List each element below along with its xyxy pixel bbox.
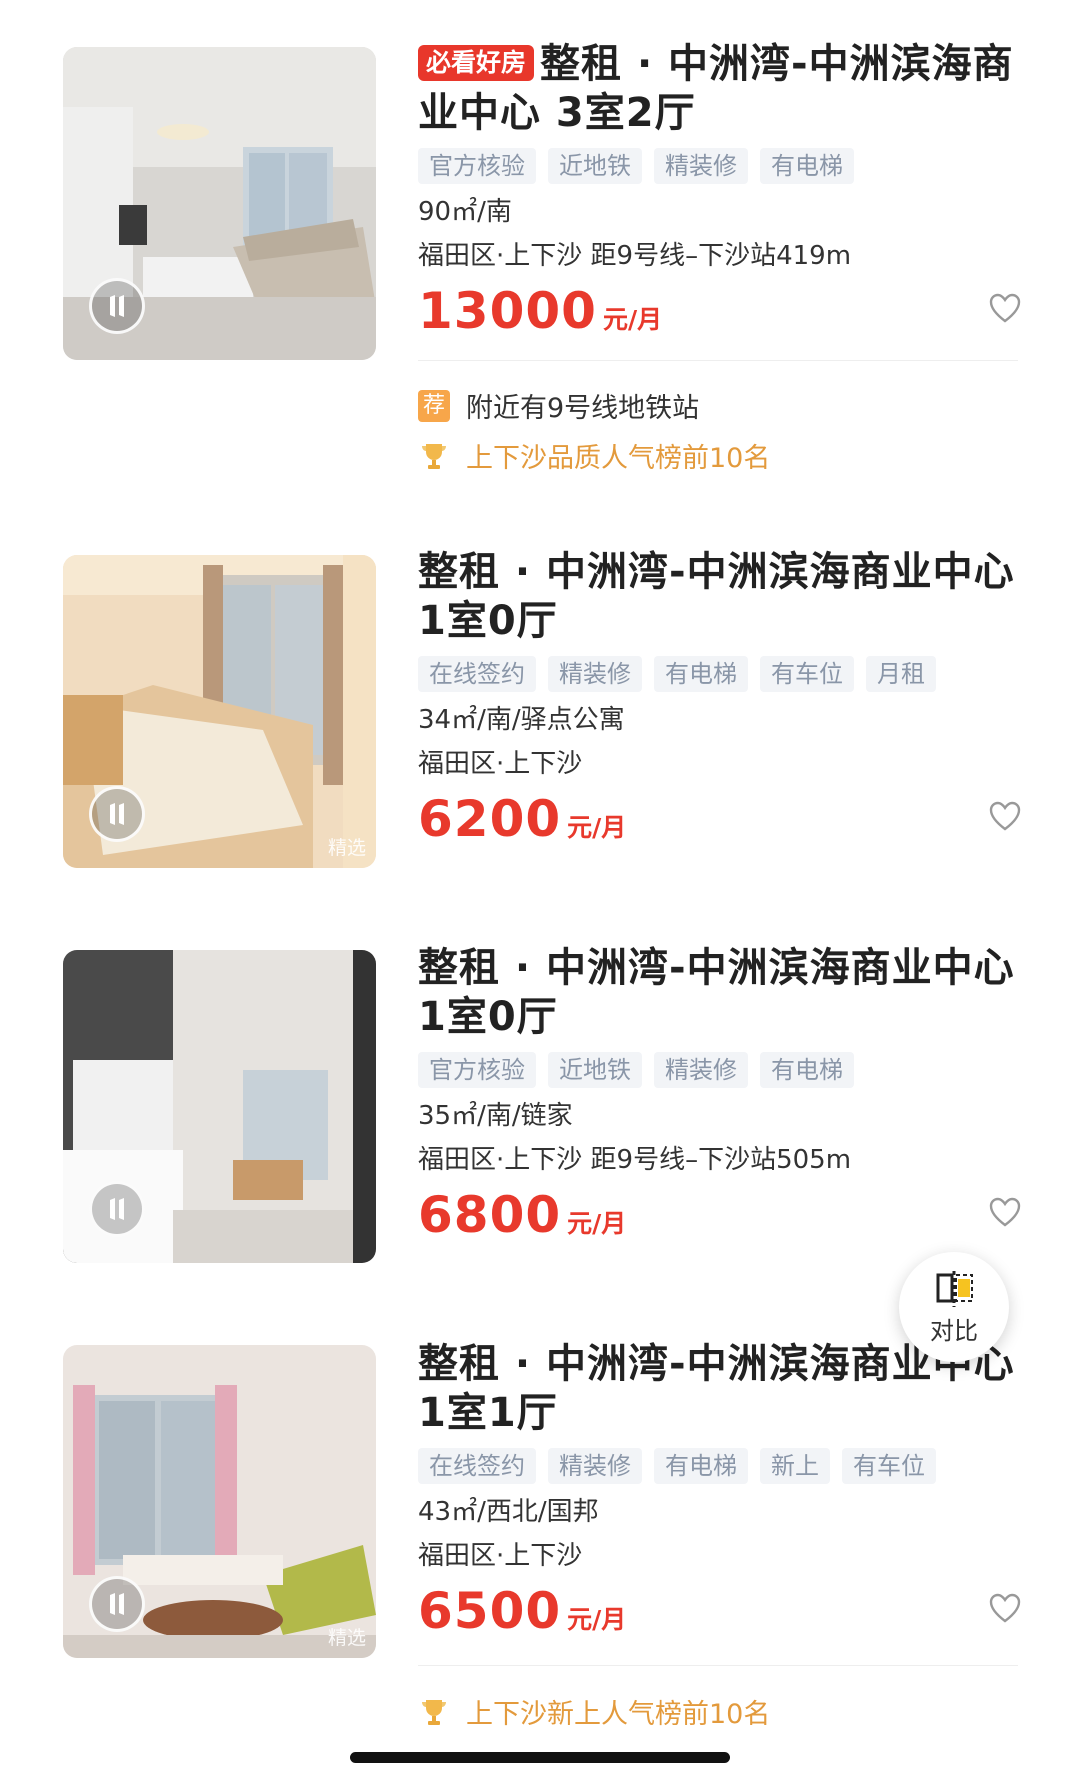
trophy-icon — [422, 1699, 446, 1725]
area-orientation: 34㎡/南/驿点公寓 — [418, 705, 625, 735]
recommend-text: 附近有9号线地铁站 — [466, 393, 700, 424]
tag: 有电梯 — [760, 148, 854, 184]
tag: 有电梯 — [654, 656, 748, 692]
tag: 精装修 — [548, 1448, 642, 1484]
vr-tour-icon[interactable] — [89, 1576, 145, 1632]
rank-row[interactable]: 上下沙品质人气榜前10名 — [418, 436, 770, 475]
heart-icon[interactable] — [988, 800, 1022, 834]
price-unit: 元/月 — [567, 1605, 627, 1634]
recommend-badge: 荐 — [418, 389, 450, 422]
compare-button[interactable]: 对比 — [899, 1252, 1009, 1362]
listing-photo[interactable]: 精选 — [63, 555, 376, 868]
listing-title[interactable]: 必看好房 整租 · 中洲湾-中洲滨海商业中心 3室2厅 — [418, 40, 1018, 138]
price-row: 6800 元/月 — [418, 1186, 1021, 1248]
price-row: 6500 元/月 — [418, 1582, 1021, 1644]
price-row: 13000 元/月 — [418, 282, 1021, 344]
tag: 近地铁 — [548, 148, 642, 184]
select-tag: 精选 — [327, 837, 366, 859]
tag-list: 官方核验 近地铁 精装修 有电梯 — [418, 1052, 1018, 1088]
tag-list: 在线签约 精装修 有电梯 有车位 月租 — [418, 656, 1018, 692]
tag-list: 官方核验 近地铁 精装修 有电梯 — [418, 148, 1018, 184]
price-value: 6500 — [418, 1582, 562, 1640]
tag: 精装修 — [548, 656, 642, 692]
tag: 月租 — [866, 656, 936, 692]
divider — [418, 1665, 1018, 1666]
price-value: 6200 — [418, 790, 562, 848]
tag: 有电梯 — [654, 1448, 748, 1484]
listing-photo[interactable]: 精选 — [63, 1345, 376, 1658]
listing-title[interactable]: 整租 · 中洲湾-中洲滨海商业中心 1室0厅 — [418, 548, 1018, 646]
tag: 在线签约 — [418, 656, 536, 692]
heart-icon[interactable] — [988, 1196, 1022, 1230]
tag: 精装修 — [654, 1052, 748, 1088]
tag: 精装修 — [654, 148, 748, 184]
compare-label: 对比 — [930, 1316, 978, 1345]
price-value: 13000 — [418, 282, 597, 340]
tag: 官方核验 — [418, 148, 536, 184]
price-row: 6200 元/月 — [418, 790, 1021, 852]
price-unit: 元/月 — [602, 305, 663, 334]
tag: 有车位 — [760, 656, 854, 692]
select-tag: 精选 — [327, 1627, 366, 1649]
compare-icon — [936, 1270, 973, 1307]
tag: 有电梯 — [760, 1052, 854, 1088]
recommend-row: 荐 附近有9号线地铁站 — [418, 386, 699, 425]
location-text: 福田区·上下沙 — [418, 749, 583, 779]
heart-icon[interactable] — [988, 292, 1022, 326]
area-orientation: 43㎡/西北/国邦 — [418, 1497, 599, 1527]
tag-list: 在线签约 精装修 有电梯 新上 有车位 — [418, 1448, 1018, 1484]
vr-tour-icon[interactable] — [89, 278, 145, 334]
listing-title[interactable]: 整租 · 中洲湾-中洲滨海商业中心 1室0厅 — [418, 944, 1018, 1042]
tag: 有车位 — [842, 1448, 936, 1484]
rank-row[interactable]: 上下沙新上人气榜前10名 — [418, 1692, 770, 1731]
vr-tour-icon[interactable] — [89, 786, 145, 842]
rank-text: 上下沙新上人气榜前10名 — [466, 1699, 771, 1730]
price-unit: 元/月 — [567, 813, 627, 842]
tag: 官方核验 — [418, 1052, 536, 1088]
location-text: 福田区·上下沙 — [418, 1541, 583, 1571]
divider — [418, 360, 1018, 361]
trophy-icon — [422, 443, 446, 469]
tag: 新上 — [760, 1448, 830, 1484]
heart-icon[interactable] — [988, 1592, 1022, 1626]
listing-photo[interactable] — [63, 950, 376, 1263]
tag: 近地铁 — [548, 1052, 642, 1088]
area-orientation: 35㎡/南/链家 — [418, 1101, 573, 1131]
home-indicator — [350, 1752, 730, 1763]
price-unit: 元/月 — [567, 1209, 627, 1238]
rank-text: 上下沙品质人气榜前10名 — [466, 443, 771, 474]
location-text: 福田区·上下沙 距9号线–下沙站505m — [418, 1145, 852, 1175]
must-see-badge: 必看好房 — [418, 45, 535, 81]
location-text: 福田区·上下沙 距9号线–下沙站419m — [418, 241, 852, 271]
vr-tour-icon[interactable] — [89, 1181, 145, 1237]
area-orientation: 90㎡/南 — [418, 197, 512, 227]
listing-photo[interactable] — [63, 47, 376, 360]
price-value: 6800 — [418, 1186, 562, 1244]
tag: 在线签约 — [418, 1448, 536, 1484]
